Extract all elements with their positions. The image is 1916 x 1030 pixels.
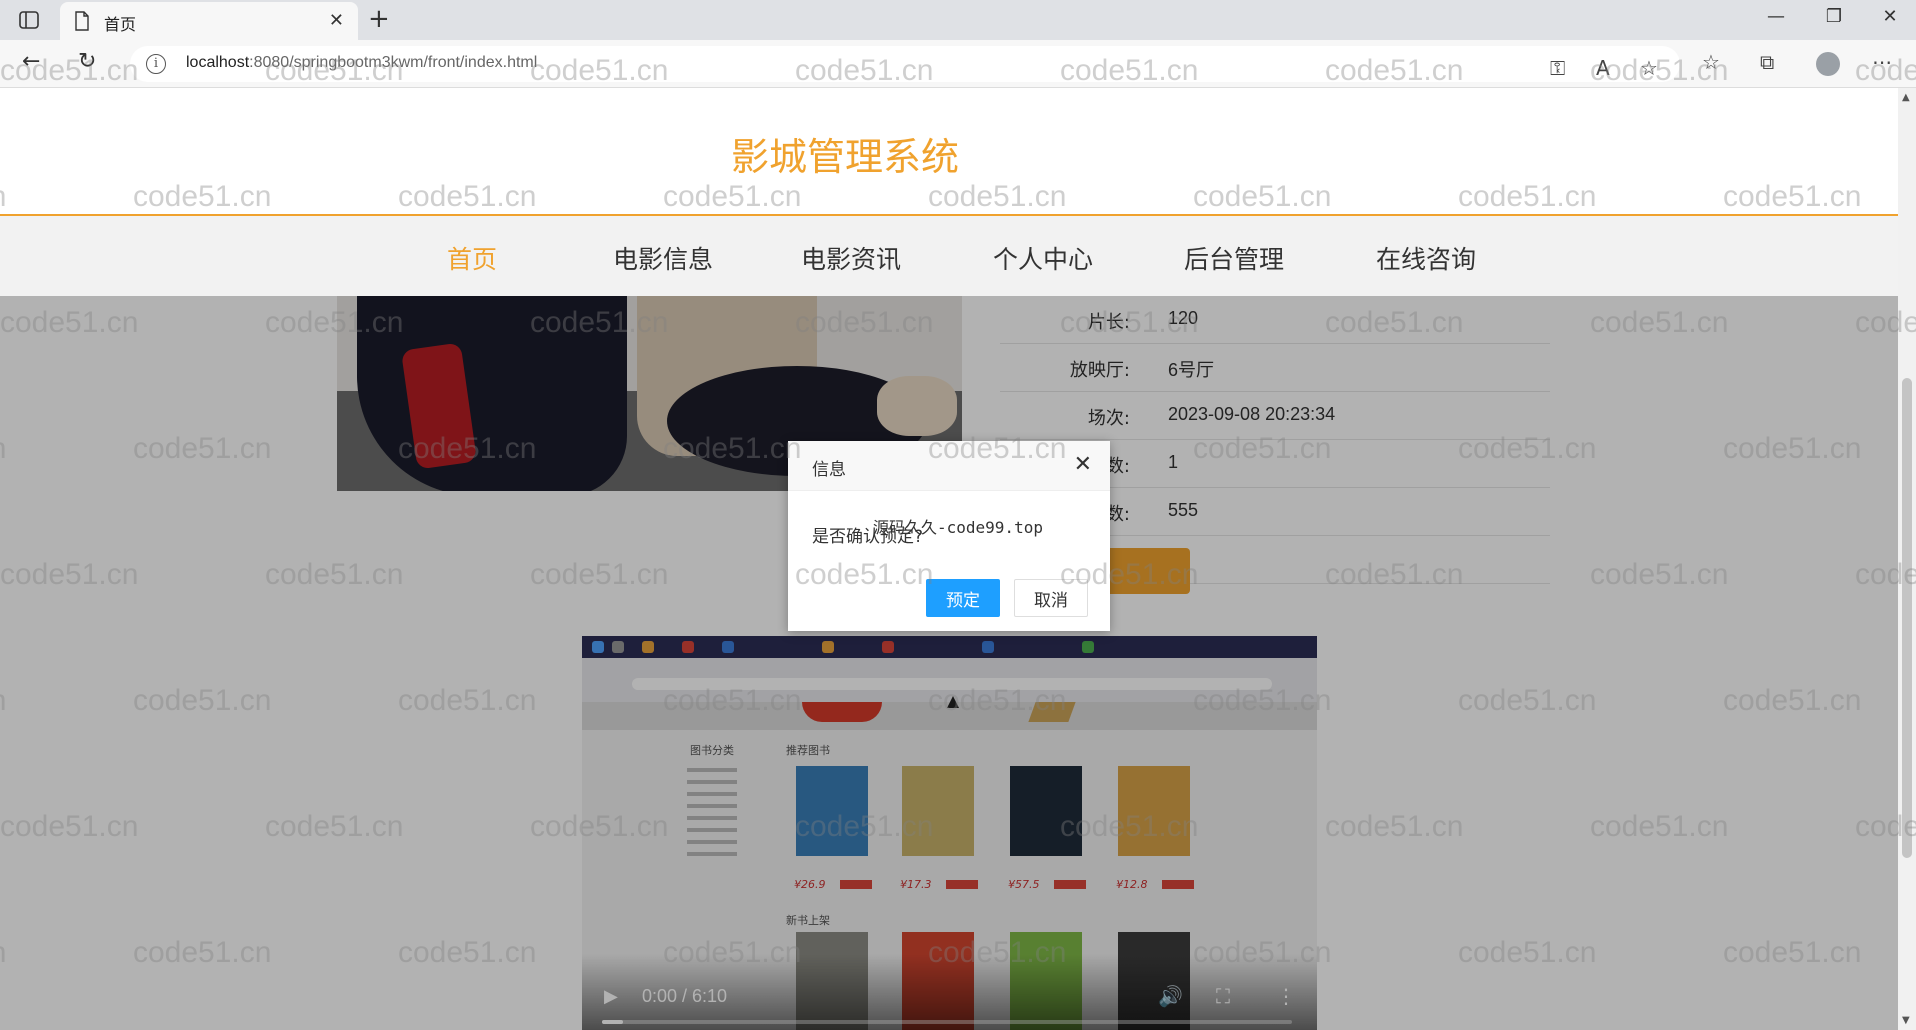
restore-icon[interactable]: ❐: [1814, 6, 1854, 27]
close-window-icon[interactable]: ✕: [1870, 6, 1910, 27]
tab-bar: 首页 ✕ + — ❐ ✕: [0, 0, 1916, 40]
tab-title: 首页: [104, 15, 137, 34]
nav-item-movies[interactable]: 电影信息: [613, 240, 713, 276]
collections-icon[interactable]: ⧉: [1760, 50, 1774, 74]
nav-item-admin[interactable]: 后台管理: [1184, 240, 1284, 276]
scroll-thumb[interactable]: [1902, 378, 1912, 858]
favorite-star-icon[interactable]: ☆: [1640, 56, 1658, 80]
tab-close-icon[interactable]: ✕: [329, 10, 344, 31]
dialog-title: 信息: [812, 460, 846, 480]
nav-item-news[interactable]: 电影资讯: [801, 240, 901, 276]
scroll-up-icon[interactable]: ▲: [1902, 92, 1910, 103]
browser-window: 首页 ✕ + — ❐ ✕ ← ↻ i localhost:8080/spring…: [0, 0, 1916, 1030]
favorites-icon[interactable]: ☆: [1702, 50, 1720, 74]
url-path: :8080/springbootm3kwm/front/index.html: [249, 54, 538, 71]
more-menu-icon[interactable]: ⋯: [1872, 50, 1892, 74]
url-text[interactable]: localhost:8080/springbootm3kwm/front/ind…: [186, 54, 537, 72]
refresh-icon[interactable]: ↻: [78, 49, 96, 74]
address-bar: ← ↻ i localhost:8080/springbootm3kwm/fro…: [0, 40, 1916, 88]
cancel-button[interactable]: 取消: [1014, 579, 1088, 617]
profile-avatar[interactable]: [1816, 52, 1840, 76]
dialog-close-icon[interactable]: ✕: [1074, 452, 1092, 477]
key-icon[interactable]: ⚿: [1550, 56, 1565, 80]
tab-actions-icon[interactable]: [18, 9, 40, 31]
modal-overlay: [0, 296, 1898, 1030]
dialog-overlay-text: 源码久久-code99.top: [873, 518, 1043, 537]
back-icon[interactable]: ←: [22, 49, 40, 74]
new-tab-icon[interactable]: +: [368, 4, 390, 34]
main-nav: 首页 电影信息 电影资讯 个人中心 后台管理 在线咨询: [0, 216, 1898, 296]
url-host: localhost: [186, 54, 250, 71]
nav-item-consult[interactable]: 在线咨询: [1376, 240, 1476, 276]
url-field[interactable]: i localhost:8080/springbootm3kwm/front/i…: [130, 46, 1680, 82]
browser-tab[interactable]: 首页 ✕: [60, 2, 358, 40]
page-scrollbar[interactable]: ▲ ▼: [1898, 88, 1916, 1030]
confirm-book-button[interactable]: 预定: [926, 579, 1000, 617]
site-title: 影城管理系统: [730, 135, 959, 179]
page-icon: [75, 11, 89, 31]
confirm-dialog: 信息 ✕ 是否确认预定? 源码久久-code99.top 预定 取消: [788, 441, 1110, 631]
dialog-header: 信息 ✕: [788, 441, 1110, 491]
read-aloud-icon[interactable]: A: [1596, 56, 1610, 80]
nav-item-profile[interactable]: 个人中心: [993, 240, 1093, 276]
site-info-icon[interactable]: i: [146, 54, 166, 74]
scroll-down-icon[interactable]: ▼: [1902, 1015, 1910, 1026]
minimize-icon[interactable]: —: [1756, 6, 1796, 27]
nav-item-home[interactable]: 首页: [447, 240, 497, 276]
